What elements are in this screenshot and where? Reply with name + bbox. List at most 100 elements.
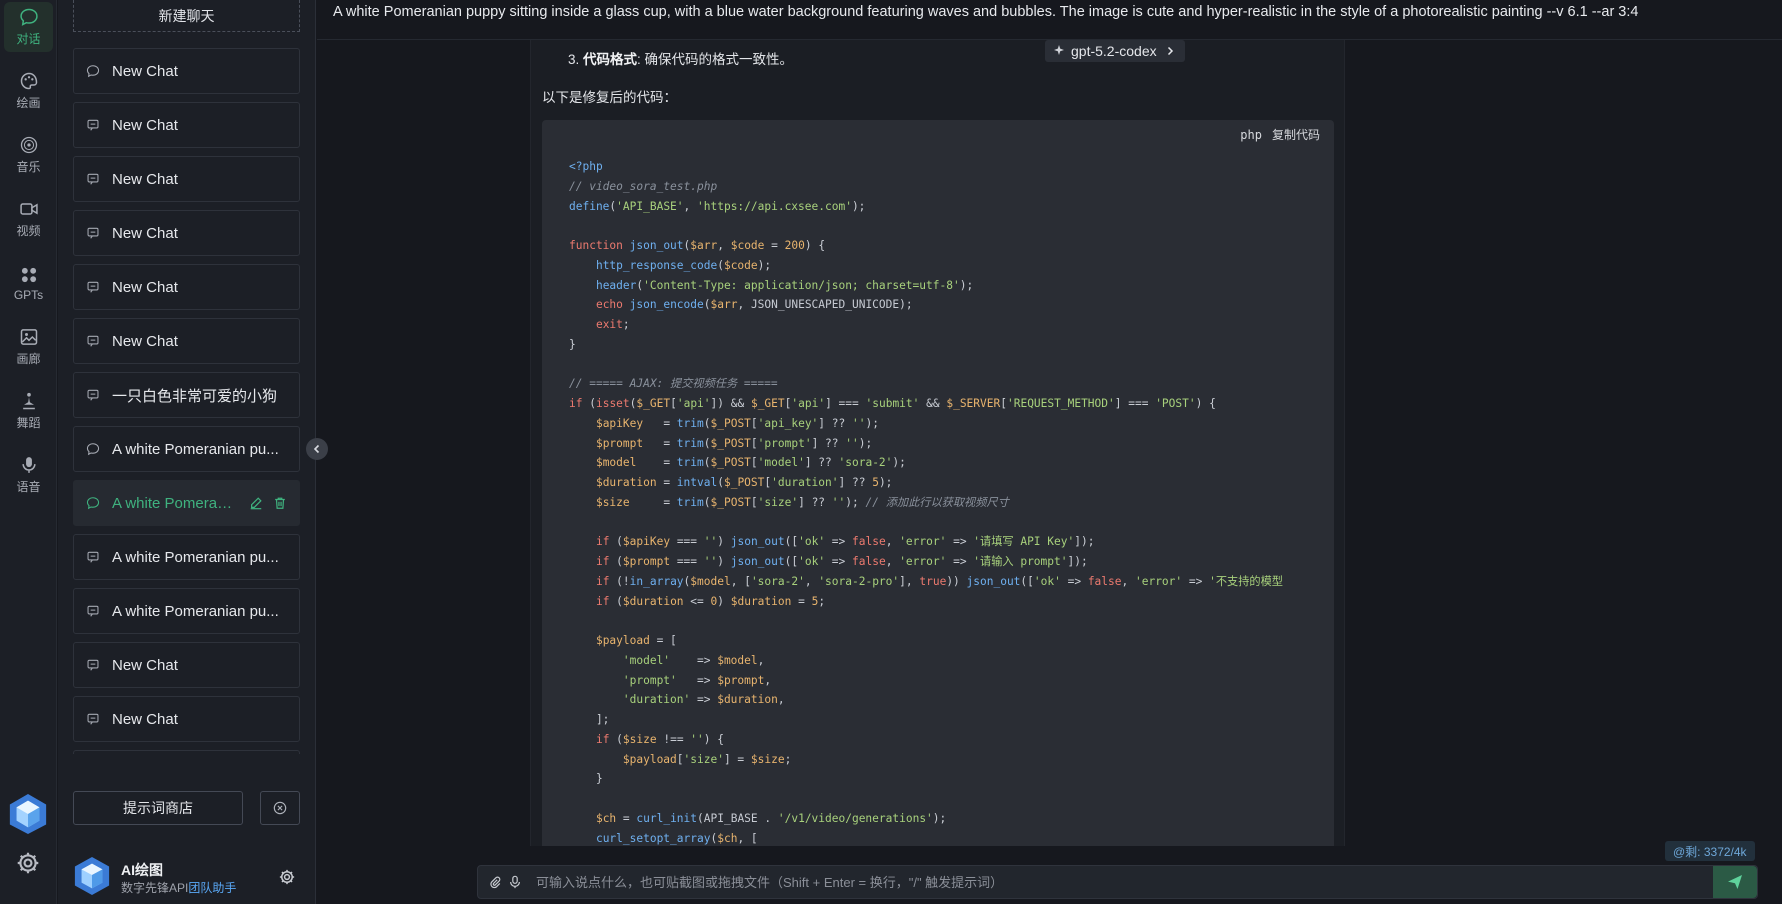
send-button[interactable] bbox=[1713, 866, 1757, 898]
settings-gear-icon[interactable] bbox=[278, 868, 296, 886]
settings-icon[interactable] bbox=[15, 850, 41, 876]
rail-item[interactable]: 音乐 bbox=[4, 130, 53, 180]
chat-item[interactable]: A white Pomeranian pu... bbox=[73, 534, 300, 580]
message-square-icon bbox=[87, 551, 99, 563]
rail-item-label: 画廊 bbox=[16, 352, 41, 366]
rail-item-label: 舞蹈 bbox=[16, 416, 41, 430]
message-square-icon bbox=[87, 173, 99, 185]
list-item-number: 3. bbox=[568, 52, 580, 67]
list-item-text: : 确保代码的格式一致性。 bbox=[637, 52, 794, 67]
assistant-message: 3. 代码格式: 确保代码的格式一致性。 以下是修复后的代码： php 复制代码 … bbox=[530, 40, 1345, 846]
message-square-icon bbox=[87, 713, 99, 725]
rail-item[interactable]: 语音 bbox=[4, 450, 53, 500]
conversation-title: A white Pomeranian puppy sitting inside … bbox=[333, 4, 1639, 20]
rail-item-label: 对话 bbox=[16, 32, 41, 46]
grid-apps-icon bbox=[21, 267, 36, 282]
chat-item[interactable]: New Chat bbox=[73, 156, 300, 202]
attachment-icon[interactable] bbox=[488, 875, 502, 889]
copy-code-button[interactable]: 复制代码 bbox=[1272, 128, 1320, 142]
conversation-header: A white Pomeranian puppy sitting inside … bbox=[317, 0, 1782, 40]
token-usage-badge: @剩: 3372/4k bbox=[1665, 841, 1755, 861]
code-line: if ($duration <= 0) $duration = 5; bbox=[595, 594, 826, 608]
message-composer bbox=[477, 865, 1758, 899]
chat-item-label: A white Pomeranian pu... bbox=[112, 548, 279, 566]
code-line: // ===== AJAX: 提交视频任务 ===== bbox=[569, 377, 778, 391]
model-selector[interactable]: gpt-5.2-codex bbox=[1045, 40, 1185, 62]
rail-item[interactable]: GPTs bbox=[4, 258, 53, 308]
code-line: // video_sora_test.php bbox=[569, 179, 718, 193]
message-square-icon bbox=[87, 659, 99, 671]
rail-item[interactable]: 画廊 bbox=[4, 322, 53, 372]
code-line: $payload['size'] = $size; bbox=[622, 752, 792, 766]
rail-item[interactable]: 视频 bbox=[4, 194, 53, 244]
chat-history-list[interactable]: New Chat New Chat New Chat New Chat New Chat… bbox=[73, 48, 300, 754]
chat-item[interactable]: A white Pomeranian pu... bbox=[73, 426, 300, 472]
chat-item-label: New Chat bbox=[112, 116, 178, 134]
team-assistant-link[interactable]: 团队助手 bbox=[188, 881, 236, 895]
message-intro: 以下是修复后的代码： bbox=[542, 90, 677, 105]
prompt-store-button[interactable]: 提示词商店 bbox=[73, 791, 243, 825]
chat-item-label: New Chat bbox=[112, 62, 178, 80]
message-square-icon bbox=[87, 281, 99, 293]
app-logo[interactable] bbox=[7, 793, 49, 835]
clear-chats-button[interactable] bbox=[260, 791, 300, 825]
code-line: echo json_encode($arr, JSON_UNESCAPED_UN… bbox=[595, 298, 913, 312]
chat-item[interactable] bbox=[73, 750, 300, 754]
chat-item[interactable]: New Chat bbox=[73, 318, 300, 364]
rail-item-label: 绘画 bbox=[16, 96, 41, 110]
rail-item[interactable]: 对话 bbox=[4, 2, 53, 52]
conversation-area[interactable]: 3. 代码格式: 确保代码的格式一致性。 以下是修复后的代码： php 复制代码 … bbox=[317, 40, 1782, 846]
code-line: } bbox=[569, 337, 576, 351]
chat-item[interactable]: New Chat bbox=[73, 210, 300, 256]
rail-item-label: 语音 bbox=[16, 480, 41, 494]
code-line: } bbox=[569, 772, 603, 786]
music-disc-icon bbox=[20, 136, 37, 154]
code-line: $size = trim($_POST['size'] ?? ''); // 添… bbox=[595, 495, 1009, 509]
chat-item[interactable]: New Chat bbox=[73, 102, 300, 148]
message-square-icon bbox=[87, 335, 99, 347]
profile-subtitle: 数字先锋API团队助手 bbox=[121, 879, 236, 896]
avatar[interactable] bbox=[73, 856, 111, 896]
chat-item[interactable]: New Chat bbox=[73, 696, 300, 742]
rail-item-label: 音乐 bbox=[16, 160, 41, 174]
chat-item[interactable]: New Chat bbox=[73, 642, 300, 688]
chat-item-label: A white Pomeranian pu... bbox=[112, 440, 279, 458]
new-chat-button[interactable]: 新建聊天 bbox=[73, 0, 300, 32]
message-input[interactable] bbox=[536, 866, 1656, 898]
rail-item-label: GPTs bbox=[13, 287, 44, 302]
chat-item[interactable]: A white Pomerani... bbox=[73, 480, 300, 526]
chat-item-label: New Chat bbox=[112, 656, 178, 674]
chat-item-label: A white Pomeranian pu... bbox=[112, 602, 279, 620]
chat-item[interactable]: New Chat bbox=[73, 264, 300, 310]
chat-bubble-icon bbox=[86, 65, 100, 78]
chat-sidebar: 新建聊天 New Chat New Chat New Chat New Chat New… bbox=[58, 0, 316, 904]
code-line: if (!in_array($model, ['sora-2', 'sora-2… bbox=[595, 574, 1283, 588]
chat-item-label: New Chat bbox=[112, 224, 178, 242]
edit-icon[interactable] bbox=[249, 496, 263, 510]
chat-item[interactable]: 一只白色非常可爱的小狗 bbox=[73, 372, 300, 418]
code-line: <?php bbox=[569, 160, 603, 173]
profile-subtitle-text: 数字先锋API bbox=[121, 881, 189, 895]
code-line: http_response_code($code); bbox=[595, 258, 772, 272]
code-block: php 复制代码 <?php // video_sora_test.php defin… bbox=[542, 120, 1334, 846]
rail-item[interactable]: 绘画 bbox=[4, 66, 53, 116]
microphone-icon[interactable] bbox=[508, 875, 522, 889]
chat-item[interactable]: New Chat bbox=[73, 48, 300, 94]
send-icon bbox=[1728, 875, 1742, 889]
rail-item[interactable]: 舞蹈 bbox=[4, 386, 53, 436]
chat-item-label: New Chat bbox=[112, 332, 178, 350]
collapse-sidebar-button[interactable] bbox=[306, 438, 328, 460]
chat-item-label: A white Pomerani... bbox=[112, 494, 239, 512]
message-square-icon bbox=[87, 227, 99, 239]
model-label: gpt-5.2-codex bbox=[1071, 43, 1157, 59]
list-item-bold: 代码格式 bbox=[583, 52, 638, 67]
video-camera-icon bbox=[19, 203, 38, 215]
chat-item[interactable]: A white Pomeranian pu... bbox=[73, 588, 300, 634]
code-line: ]; bbox=[569, 713, 610, 726]
delete-icon[interactable] bbox=[273, 496, 287, 510]
palette-icon bbox=[20, 72, 37, 90]
